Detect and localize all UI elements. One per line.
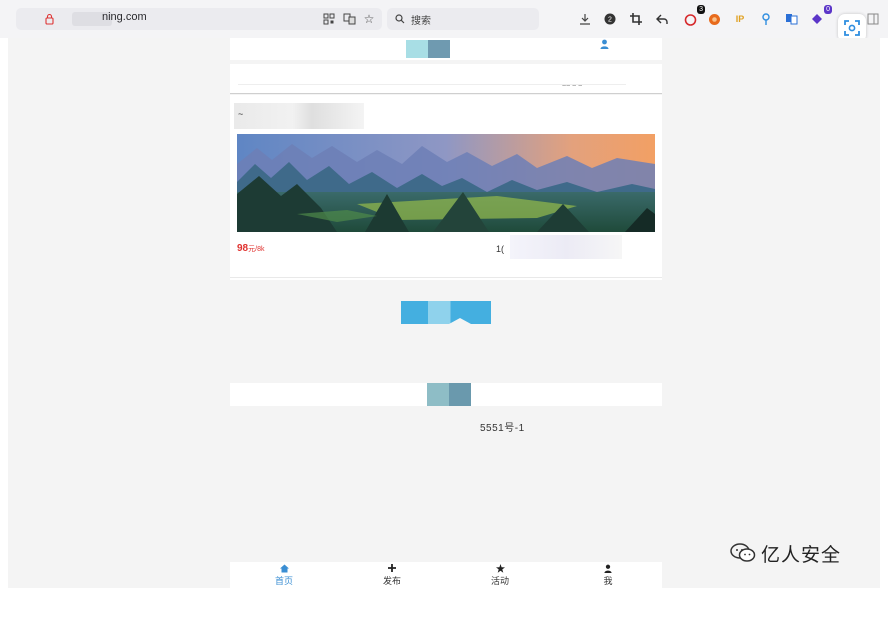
- search-icon: [391, 10, 409, 28]
- section-divider: [230, 277, 662, 278]
- tab-home-label: 首页: [274, 576, 293, 586]
- price-value: 98: [237, 243, 249, 254]
- translate-extension-icon[interactable]: [782, 10, 800, 28]
- tab-activities-label: 活动: [490, 576, 509, 586]
- browser-toolbar: ning.com ☆ 搜索 2 3 IP 0: [0, 0, 888, 42]
- extension-badge-purple: 0: [824, 5, 832, 14]
- plus-icon: [372, 564, 412, 574]
- site-header: [230, 38, 662, 60]
- home-icon: [264, 564, 304, 574]
- tab-activities[interactable]: 活动: [480, 564, 520, 587]
- listing-price: 98元/8k: [237, 243, 264, 254]
- wechat-icon: [730, 543, 756, 562]
- listing-card[interactable]: ~ 98元/8k 1(: [230, 95, 662, 280]
- footer-logo-redacted: [427, 383, 471, 406]
- extension-purple-icon[interactable]: 0: [808, 5, 832, 28]
- extension-orange-icon[interactable]: [705, 10, 723, 28]
- listing-title-redacted: [234, 103, 364, 129]
- svg-text:2: 2: [608, 17, 612, 24]
- user-profile-icon[interactable]: [600, 39, 609, 52]
- star-icon: [480, 564, 520, 574]
- translate-icon[interactable]: [340, 10, 358, 28]
- tab-me-label: 我: [603, 576, 613, 586]
- page-permissions-icon[interactable]: [40, 10, 58, 28]
- qr-code-icon[interactable]: [320, 10, 338, 28]
- listing-title-mark: ~: [238, 109, 244, 119]
- tab-home[interactable]: 首页: [264, 564, 304, 587]
- crop-icon[interactable]: [627, 10, 645, 28]
- bookmark-star-icon[interactable]: ☆: [360, 10, 378, 28]
- listing-landscape-image[interactable]: [237, 134, 655, 232]
- watermark-text: 亿人安全: [761, 543, 842, 566]
- tab-publish-label: 发布: [382, 576, 401, 586]
- search-bar[interactable]: 搜索: [387, 8, 539, 30]
- search-band: ~~ ~ ~: [230, 64, 662, 94]
- url-text[interactable]: ning.com: [102, 11, 147, 23]
- price-suffix: /8k: [255, 246, 265, 253]
- band-mark-text: ~~ ~ ~: [562, 83, 583, 90]
- ip-extension-icon[interactable]: IP: [731, 10, 749, 28]
- extension-red-icon[interactable]: 3: [681, 5, 705, 28]
- extension-badge: 3: [697, 5, 705, 14]
- download-icon[interactable]: [576, 10, 594, 28]
- bottom-tab-bar: 首页 发布 活动 我: [230, 562, 662, 588]
- watermark: 亿人安全: [729, 540, 841, 566]
- footer-band: [230, 383, 662, 406]
- listing-meta: 1(: [496, 244, 505, 254]
- load-more-button[interactable]: [401, 301, 491, 324]
- listing-meta-redacted: [510, 235, 622, 259]
- tab-publish[interactable]: 发布: [372, 564, 412, 587]
- search-placeholder: 搜索: [411, 16, 431, 27]
- sidebar-icon[interactable]: [864, 10, 882, 28]
- extension-circle-icon[interactable]: 2: [601, 10, 619, 28]
- back-arrow-icon[interactable]: [653, 10, 671, 28]
- icp-license-text[interactable]: 5551号-1: [480, 419, 525, 434]
- pin-icon[interactable]: [757, 10, 775, 28]
- web-page-viewport: ~~ ~ ~ ~ 98元/8k 1(5551号-1 首页 发布 活动 我: [8, 38, 880, 588]
- mobile-page-column: ~~ ~ ~ ~ 98元/8k 1(5551号-1 首页 发布 活动 我: [230, 38, 662, 588]
- load-more-notch: [449, 318, 471, 324]
- site-logo-redacted[interactable]: [406, 40, 450, 58]
- user-icon: [588, 564, 628, 574]
- tab-me[interactable]: 我: [588, 564, 628, 587]
- watermark-faint-logo: [660, 578, 720, 618]
